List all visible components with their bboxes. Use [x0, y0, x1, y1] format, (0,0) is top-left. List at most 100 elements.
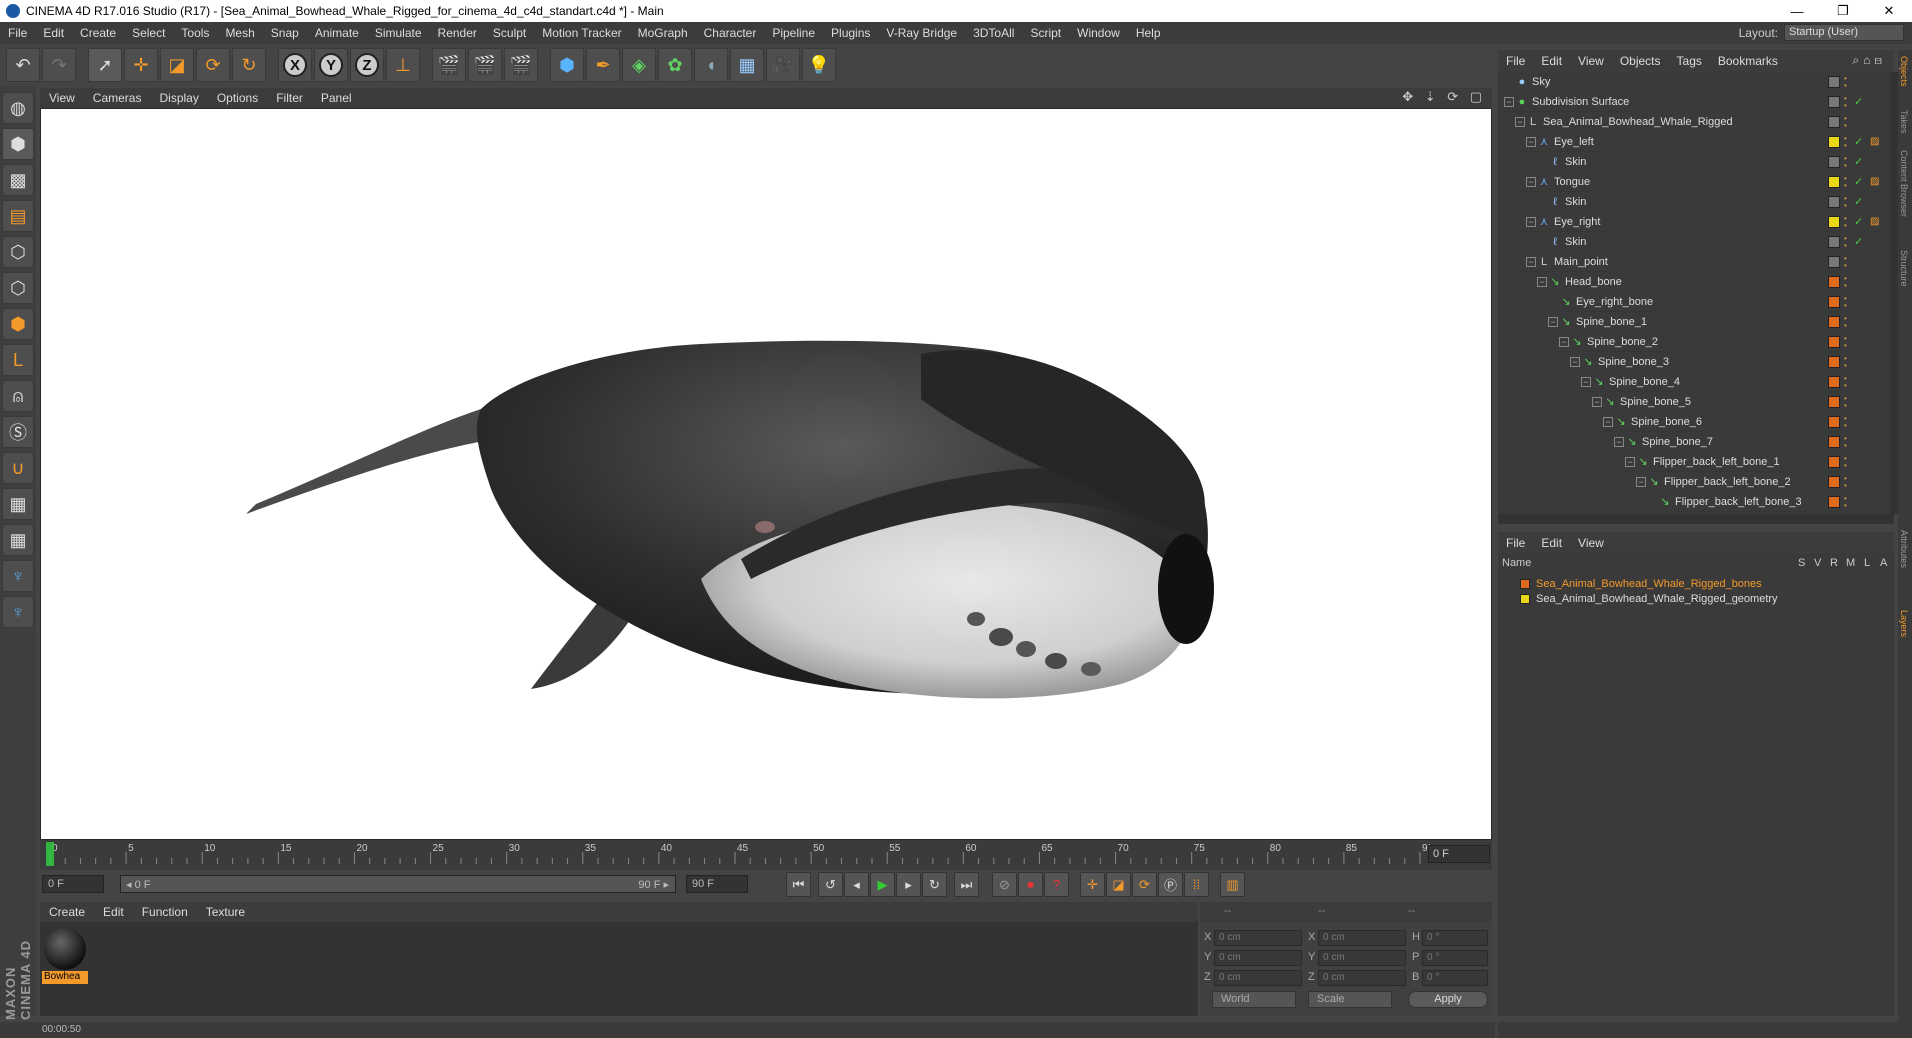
- expand-toggle-icon[interactable]: −: [1526, 136, 1536, 147]
- undo-button[interactable]: ↶: [6, 48, 40, 82]
- expand-toggle-icon[interactable]: −: [1504, 96, 1514, 107]
- scale-key-button[interactable]: ◪: [1106, 872, 1131, 897]
- start-frame-field[interactable]: 0 F: [42, 875, 104, 893]
- layout-select[interactable]: Startup (User): [1784, 24, 1904, 41]
- menu-tools[interactable]: Tools: [173, 26, 217, 40]
- object-row[interactable]: − ↘ Spine_bone_5 • •: [1498, 392, 1890, 412]
- object-row[interactable]: − ↘ Spine_bone_7 • •: [1498, 432, 1890, 452]
- menu-create[interactable]: Create: [72, 26, 124, 40]
- visibility-dots-icon[interactable]: • •: [1844, 174, 1850, 189]
- size-z-field[interactable]: 0 cm: [1318, 970, 1406, 986]
- timeline-window-button[interactable]: ▥: [1220, 872, 1245, 897]
- material-menu-function[interactable]: Function: [133, 905, 197, 919]
- point-level-key-button[interactable]: ⁞⁞: [1184, 872, 1209, 897]
- rotation-b-field[interactable]: 0 °: [1422, 970, 1488, 986]
- layer-tag-icon[interactable]: [1828, 155, 1840, 168]
- enabled-check-icon[interactable]: ✓: [1854, 135, 1863, 148]
- layer-tag-icon[interactable]: [1828, 115, 1840, 128]
- layer-tag-icon[interactable]: [1828, 235, 1840, 248]
- object-row[interactable]: − L Sea_Animal_Bowhead_Whale_Rigged • •: [1498, 112, 1890, 132]
- enabled-check-icon[interactable]: ✓: [1854, 195, 1863, 208]
- layer-row[interactable]: Sea_Animal_Bowhead_Whale_Rigged_geometry: [1498, 591, 1894, 606]
- expand-toggle-icon[interactable]: −: [1592, 396, 1602, 407]
- subdivision-button[interactable]: ◈: [622, 48, 656, 82]
- visibility-dots-icon[interactable]: • •: [1844, 254, 1850, 269]
- x-axis-button[interactable]: X: [278, 48, 312, 82]
- side-tab-objects[interactable]: Objects: [1899, 56, 1909, 87]
- mograph-cloner-button[interactable]: ✿: [658, 48, 692, 82]
- close-button[interactable]: ✕: [1866, 0, 1912, 22]
- layer-tag-icon[interactable]: [1828, 495, 1840, 508]
- menu-vray-bridge[interactable]: V-Ray Bridge: [878, 26, 965, 40]
- layer-tag-icon[interactable]: [1828, 175, 1840, 188]
- object-row[interactable]: − ⋏ Tongue • • ✓ ▨: [1498, 172, 1890, 192]
- visibility-dots-icon[interactable]: • •: [1844, 154, 1850, 169]
- constraint-tag-icon[interactable]: ▨: [1870, 136, 1879, 147]
- python-script-button[interactable]: ♆: [2, 560, 34, 592]
- object-menu-edit[interactable]: Edit: [1533, 54, 1570, 68]
- rotate-tool-button[interactable]: ⟳: [196, 48, 230, 82]
- object-row[interactable]: ● Sky • •: [1498, 72, 1890, 92]
- viewport-menu-options[interactable]: Options: [208, 91, 267, 105]
- visibility-dots-icon[interactable]: • •: [1844, 354, 1850, 369]
- layer-color-swatch[interactable]: [1520, 593, 1530, 604]
- layer-tag-icon[interactable]: [1828, 435, 1840, 448]
- scale-tool-button[interactable]: ◪: [160, 48, 194, 82]
- visibility-dots-icon[interactable]: • •: [1844, 414, 1850, 429]
- expand-toggle-icon[interactable]: −: [1614, 436, 1624, 447]
- object-row[interactable]: − ↘ Spine_bone_2 • •: [1498, 332, 1890, 352]
- timeline-playhead[interactable]: [46, 842, 54, 866]
- material-menu-create[interactable]: Create: [40, 905, 94, 919]
- object-row[interactable]: − ↘ Head_bone • •: [1498, 272, 1890, 292]
- material-name-label[interactable]: Bowhea: [42, 971, 88, 984]
- layer-tag-icon[interactable]: [1828, 355, 1840, 368]
- coordinate-mode-dropdown[interactable]: Scale: [1308, 991, 1392, 1008]
- expand-toggle-icon[interactable]: −: [1559, 336, 1569, 347]
- previous-frame-button[interactable]: ◂: [844, 872, 869, 897]
- restore-button[interactable]: ❐: [1820, 0, 1866, 22]
- y-axis-button[interactable]: Y: [314, 48, 348, 82]
- enabled-check-icon[interactable]: ✓: [1854, 155, 1863, 168]
- menu-select[interactable]: Select: [124, 26, 173, 40]
- object-row[interactable]: − ↘ Flipper_back_left_bone_2 • •: [1498, 472, 1890, 492]
- layer-tag-icon[interactable]: [1828, 475, 1840, 488]
- viewport-menu-panel[interactable]: Panel: [312, 91, 361, 105]
- position-z-field[interactable]: 0 cm: [1214, 970, 1302, 986]
- layer-tag-icon[interactable]: [1828, 455, 1840, 468]
- layer-menu-view[interactable]: View: [1570, 536, 1612, 550]
- side-tab-takes[interactable]: Takes: [1899, 110, 1909, 134]
- object-menu-bookmarks[interactable]: Bookmarks: [1710, 54, 1786, 68]
- menu-animate[interactable]: Animate: [307, 26, 367, 40]
- workplane-mode-button[interactable]: ▤: [2, 200, 34, 232]
- menu-window[interactable]: Window: [1069, 26, 1128, 40]
- visibility-dots-icon[interactable]: • •: [1844, 294, 1850, 309]
- menu-snap[interactable]: Snap: [263, 26, 307, 40]
- layer-tag-icon[interactable]: [1828, 295, 1840, 308]
- object-row[interactable]: ↘ Eye_right_bone • •: [1498, 292, 1890, 312]
- layer-tag-icon[interactable]: [1828, 415, 1840, 428]
- texture-mode-button[interactable]: ▩: [2, 164, 34, 196]
- redo-button[interactable]: ↷: [42, 48, 76, 82]
- menu-sculpt[interactable]: Sculpt: [485, 26, 534, 40]
- object-menu-tags[interactable]: Tags: [1669, 54, 1710, 68]
- polygons-mode-button[interactable]: ⬢: [2, 308, 34, 340]
- expand-toggle-icon[interactable]: −: [1526, 176, 1536, 187]
- object-row[interactable]: ℓ Skin • • ✓: [1498, 192, 1890, 212]
- pen-spline-button[interactable]: ✒: [586, 48, 620, 82]
- layer-color-swatch[interactable]: [1520, 578, 1530, 589]
- live-selection-button[interactable]: ➚: [88, 48, 122, 82]
- next-frame-button[interactable]: ▸: [896, 872, 921, 897]
- visibility-dots-icon[interactable]: • •: [1844, 474, 1850, 489]
- layer-tag-icon[interactable]: [1828, 195, 1840, 208]
- rotation-key-button[interactable]: ⟳: [1132, 872, 1157, 897]
- material-menu-edit[interactable]: Edit: [94, 905, 133, 919]
- viewport-menu-display[interactable]: Display: [150, 91, 207, 105]
- expand-toggle-icon[interactable]: −: [1526, 256, 1536, 267]
- viewport-menu-filter[interactable]: Filter: [267, 91, 312, 105]
- next-key-button[interactable]: ↻: [922, 872, 947, 897]
- keyframe-selection-button[interactable]: ?: [1044, 872, 1069, 897]
- menu-3dtoall[interactable]: 3DToAll: [965, 26, 1022, 40]
- visibility-dots-icon[interactable]: • •: [1844, 334, 1850, 349]
- object-menu-file[interactable]: File: [1498, 54, 1533, 68]
- z-axis-button[interactable]: Z: [350, 48, 384, 82]
